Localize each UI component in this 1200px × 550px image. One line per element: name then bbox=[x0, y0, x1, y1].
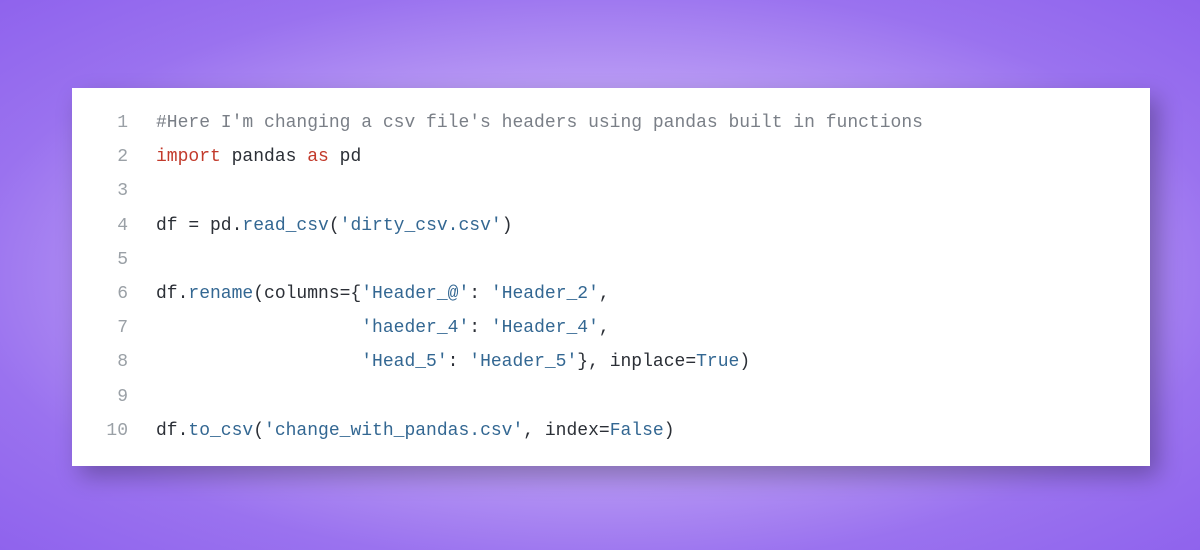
code-token: df. bbox=[156, 421, 188, 441]
code-token: 'Head_5' bbox=[361, 352, 447, 372]
code-token: df = pd. bbox=[156, 216, 242, 236]
code-token: 'Header_@' bbox=[361, 284, 469, 304]
code-line: 4df = pd.read_csv('dirty_csv.csv') bbox=[72, 209, 1128, 243]
line-number: 10 bbox=[72, 414, 156, 448]
code-content: import pandas as pd bbox=[156, 140, 1128, 174]
code-token: import bbox=[156, 147, 221, 167]
code-line: 3 bbox=[72, 174, 1128, 208]
code-token: ) bbox=[502, 216, 513, 236]
line-number: 5 bbox=[72, 243, 156, 277]
line-number: 7 bbox=[72, 311, 156, 345]
code-content: df = pd.read_csv('dirty_csv.csv') bbox=[156, 209, 1128, 243]
code-token: 'change_with_pandas.csv' bbox=[264, 421, 523, 441]
code-token: as bbox=[307, 147, 329, 167]
code-token: pd bbox=[329, 147, 361, 167]
code-token: to_csv bbox=[188, 421, 253, 441]
code-line: 9 bbox=[72, 380, 1128, 414]
code-token: ) bbox=[664, 421, 675, 441]
code-line: 10df.to_csv('change_with_pandas.csv', in… bbox=[72, 414, 1128, 448]
code-line: 1#Here I'm changing a csv file's headers… bbox=[72, 106, 1128, 140]
code-token: ( bbox=[329, 216, 340, 236]
line-number: 8 bbox=[72, 345, 156, 379]
code-token: pandas bbox=[221, 147, 307, 167]
code-token: : bbox=[448, 352, 470, 372]
code-token: (columns={ bbox=[253, 284, 361, 304]
code-token bbox=[156, 318, 361, 338]
code-line: 5 bbox=[72, 243, 1128, 277]
code-line: 2import pandas as pd bbox=[72, 140, 1128, 174]
code-token: : bbox=[469, 284, 491, 304]
code-token: , index= bbox=[523, 421, 609, 441]
code-content: 'Head_5': 'Header_5'}, inplace=True) bbox=[156, 345, 1128, 379]
code-token: 'Header_2' bbox=[491, 284, 599, 304]
code-token: 'haeder_4' bbox=[361, 318, 469, 338]
code-token: #Here I'm changing a csv file's headers … bbox=[156, 113, 923, 133]
line-number: 4 bbox=[72, 209, 156, 243]
line-number: 9 bbox=[72, 380, 156, 414]
code-token: ) bbox=[739, 352, 750, 372]
code-token bbox=[156, 352, 361, 372]
code-token: read_csv bbox=[242, 216, 328, 236]
code-token: df. bbox=[156, 284, 188, 304]
code-token: 'dirty_csv.csv' bbox=[340, 216, 502, 236]
line-number: 1 bbox=[72, 106, 156, 140]
code-line: 7 'haeder_4': 'Header_4', bbox=[72, 311, 1128, 345]
code-content: df.rename(columns={'Header_@': 'Header_2… bbox=[156, 277, 1128, 311]
line-number: 6 bbox=[72, 277, 156, 311]
code-token: : bbox=[469, 318, 491, 338]
code-content: df.to_csv('change_with_pandas.csv', inde… bbox=[156, 414, 1128, 448]
code-token: 'Header_5' bbox=[469, 352, 577, 372]
code-token: False bbox=[610, 421, 664, 441]
code-card: 1#Here I'm changing a csv file's headers… bbox=[72, 88, 1150, 466]
gradient-background: 1#Here I'm changing a csv file's headers… bbox=[0, 0, 1200, 550]
code-line: 8 'Head_5': 'Header_5'}, inplace=True) bbox=[72, 345, 1128, 379]
code-token: , bbox=[599, 284, 610, 304]
line-number: 2 bbox=[72, 140, 156, 174]
code-token: rename bbox=[188, 284, 253, 304]
code-token: , bbox=[599, 318, 610, 338]
line-number: 3 bbox=[72, 174, 156, 208]
code-content: #Here I'm changing a csv file's headers … bbox=[156, 106, 1128, 140]
code-line: 6df.rename(columns={'Header_@': 'Header_… bbox=[72, 277, 1128, 311]
code-token: }, inplace= bbox=[577, 352, 696, 372]
code-token: True bbox=[696, 352, 739, 372]
code-token: ( bbox=[253, 421, 264, 441]
code-content: 'haeder_4': 'Header_4', bbox=[156, 311, 1128, 345]
code-token: 'Header_4' bbox=[491, 318, 599, 338]
